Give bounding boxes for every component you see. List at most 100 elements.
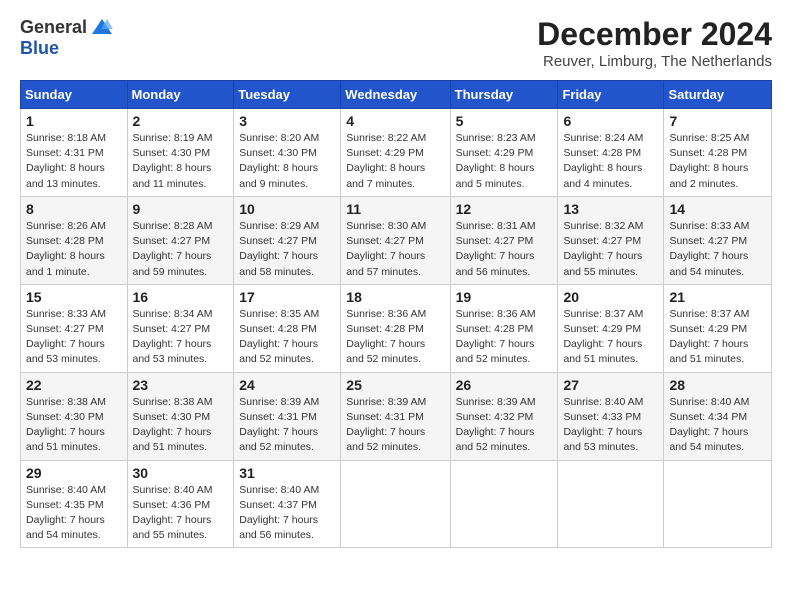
sunset-label: Sunset: 4:29 PM [456, 147, 534, 159]
weekday-header: Friday [558, 81, 664, 109]
day-info: Sunrise: 8:22 AM Sunset: 4:29 PM Dayligh… [346, 131, 444, 192]
day-info: Sunrise: 8:39 AM Sunset: 4:31 PM Dayligh… [239, 395, 335, 456]
sunset-label: Sunset: 4:31 PM [346, 411, 424, 423]
day-number: 27 [563, 377, 658, 393]
day-number: 1 [26, 113, 122, 129]
day-info: Sunrise: 8:40 AM Sunset: 4:37 PM Dayligh… [239, 483, 335, 544]
day-number: 29 [26, 465, 122, 481]
calendar-table: SundayMondayTuesdayWednesdayThursdayFrid… [20, 80, 772, 548]
day-info: Sunrise: 8:30 AM Sunset: 4:27 PM Dayligh… [346, 219, 444, 280]
sunset-label: Sunset: 4:30 PM [239, 147, 317, 159]
calendar-cell: 18 Sunrise: 8:36 AM Sunset: 4:28 PM Dayl… [341, 284, 450, 372]
logo-blue: Blue [20, 38, 59, 59]
day-number: 15 [26, 289, 122, 305]
sunset-label: Sunset: 4:29 PM [563, 323, 641, 335]
sunrise-label: Sunrise: 8:36 AM [346, 308, 426, 320]
sunrise-label: Sunrise: 8:40 AM [133, 484, 213, 496]
daylight-label: Daylight: 8 hours and 11 minutes. [133, 162, 212, 189]
sunset-label: Sunset: 4:28 PM [563, 147, 641, 159]
calendar-cell: 23 Sunrise: 8:38 AM Sunset: 4:30 PM Dayl… [127, 372, 234, 460]
month-title: December 2024 [537, 16, 772, 53]
daylight-label: Daylight: 7 hours and 53 minutes. [26, 338, 105, 365]
sunrise-label: Sunrise: 8:39 AM [239, 396, 319, 408]
sunrise-label: Sunrise: 8:25 AM [669, 132, 749, 144]
day-info: Sunrise: 8:39 AM Sunset: 4:32 PM Dayligh… [456, 395, 553, 456]
daylight-label: Daylight: 7 hours and 55 minutes. [563, 250, 642, 277]
day-info: Sunrise: 8:39 AM Sunset: 4:31 PM Dayligh… [346, 395, 444, 456]
day-info: Sunrise: 8:36 AM Sunset: 4:28 PM Dayligh… [456, 307, 553, 368]
day-info: Sunrise: 8:28 AM Sunset: 4:27 PM Dayligh… [133, 219, 229, 280]
sunrise-label: Sunrise: 8:24 AM [563, 132, 643, 144]
sunset-label: Sunset: 4:30 PM [26, 411, 104, 423]
sunset-label: Sunset: 4:30 PM [133, 411, 211, 423]
sunrise-label: Sunrise: 8:34 AM [133, 308, 213, 320]
daylight-label: Daylight: 7 hours and 58 minutes. [239, 250, 318, 277]
daylight-label: Daylight: 8 hours and 7 minutes. [346, 162, 425, 189]
sunrise-label: Sunrise: 8:39 AM [346, 396, 426, 408]
sunset-label: Sunset: 4:27 PM [26, 323, 104, 335]
daylight-label: Daylight: 7 hours and 57 minutes. [346, 250, 425, 277]
sunset-label: Sunset: 4:33 PM [563, 411, 641, 423]
day-info: Sunrise: 8:33 AM Sunset: 4:27 PM Dayligh… [669, 219, 766, 280]
sunrise-label: Sunrise: 8:38 AM [133, 396, 213, 408]
sunrise-label: Sunrise: 8:40 AM [26, 484, 106, 496]
calendar-cell: 2 Sunrise: 8:19 AM Sunset: 4:30 PM Dayli… [127, 109, 234, 197]
sunrise-label: Sunrise: 8:40 AM [669, 396, 749, 408]
calendar-week-row: 22 Sunrise: 8:38 AM Sunset: 4:30 PM Dayl… [21, 372, 772, 460]
daylight-label: Daylight: 7 hours and 51 minutes. [26, 426, 105, 453]
day-number: 2 [133, 113, 229, 129]
calendar-cell: 31 Sunrise: 8:40 AM Sunset: 4:37 PM Dayl… [234, 460, 341, 548]
day-info: Sunrise: 8:24 AM Sunset: 4:28 PM Dayligh… [563, 131, 658, 192]
sunrise-label: Sunrise: 8:32 AM [563, 220, 643, 232]
day-number: 7 [669, 113, 766, 129]
day-info: Sunrise: 8:40 AM Sunset: 4:34 PM Dayligh… [669, 395, 766, 456]
day-number: 25 [346, 377, 444, 393]
calendar-cell: 10 Sunrise: 8:29 AM Sunset: 4:27 PM Dayl… [234, 196, 341, 284]
day-number: 31 [239, 465, 335, 481]
sunrise-label: Sunrise: 8:19 AM [133, 132, 213, 144]
calendar-cell [664, 460, 772, 548]
daylight-label: Daylight: 7 hours and 52 minutes. [456, 426, 535, 453]
day-info: Sunrise: 8:38 AM Sunset: 4:30 PM Dayligh… [133, 395, 229, 456]
sunset-label: Sunset: 4:36 PM [133, 499, 211, 511]
day-info: Sunrise: 8:37 AM Sunset: 4:29 PM Dayligh… [669, 307, 766, 368]
sunrise-label: Sunrise: 8:33 AM [26, 308, 106, 320]
daylight-label: Daylight: 7 hours and 52 minutes. [239, 426, 318, 453]
sunset-label: Sunset: 4:28 PM [239, 323, 317, 335]
day-number: 12 [456, 201, 553, 217]
day-number: 10 [239, 201, 335, 217]
daylight-label: Daylight: 7 hours and 54 minutes. [669, 250, 748, 277]
day-info: Sunrise: 8:33 AM Sunset: 4:27 PM Dayligh… [26, 307, 122, 368]
sunset-label: Sunset: 4:27 PM [133, 235, 211, 247]
day-number: 3 [239, 113, 335, 129]
day-number: 16 [133, 289, 229, 305]
daylight-label: Daylight: 8 hours and 13 minutes. [26, 162, 105, 189]
sunrise-label: Sunrise: 8:26 AM [26, 220, 106, 232]
sunrise-label: Sunrise: 8:37 AM [563, 308, 643, 320]
sunrise-label: Sunrise: 8:37 AM [669, 308, 749, 320]
daylight-label: Daylight: 7 hours and 52 minutes. [346, 426, 425, 453]
calendar-cell: 15 Sunrise: 8:33 AM Sunset: 4:27 PM Dayl… [21, 284, 128, 372]
weekday-header: Monday [127, 81, 234, 109]
day-info: Sunrise: 8:19 AM Sunset: 4:30 PM Dayligh… [133, 131, 229, 192]
weekday-header: Wednesday [341, 81, 450, 109]
calendar-week-row: 29 Sunrise: 8:40 AM Sunset: 4:35 PM Dayl… [21, 460, 772, 548]
day-number: 19 [456, 289, 553, 305]
sunrise-label: Sunrise: 8:33 AM [669, 220, 749, 232]
calendar-cell: 3 Sunrise: 8:20 AM Sunset: 4:30 PM Dayli… [234, 109, 341, 197]
calendar-cell: 6 Sunrise: 8:24 AM Sunset: 4:28 PM Dayli… [558, 109, 664, 197]
day-number: 17 [239, 289, 335, 305]
sunrise-label: Sunrise: 8:31 AM [456, 220, 536, 232]
day-info: Sunrise: 8:32 AM Sunset: 4:27 PM Dayligh… [563, 219, 658, 280]
day-number: 6 [563, 113, 658, 129]
day-info: Sunrise: 8:31 AM Sunset: 4:27 PM Dayligh… [456, 219, 553, 280]
day-info: Sunrise: 8:18 AM Sunset: 4:31 PM Dayligh… [26, 131, 122, 192]
calendar-cell: 1 Sunrise: 8:18 AM Sunset: 4:31 PM Dayli… [21, 109, 128, 197]
sunset-label: Sunset: 4:30 PM [133, 147, 211, 159]
weekday-header: Saturday [664, 81, 772, 109]
daylight-label: Daylight: 7 hours and 53 minutes. [133, 338, 212, 365]
sunrise-label: Sunrise: 8:30 AM [346, 220, 426, 232]
day-number: 13 [563, 201, 658, 217]
daylight-label: Daylight: 7 hours and 51 minutes. [563, 338, 642, 365]
daylight-label: Daylight: 7 hours and 51 minutes. [669, 338, 748, 365]
